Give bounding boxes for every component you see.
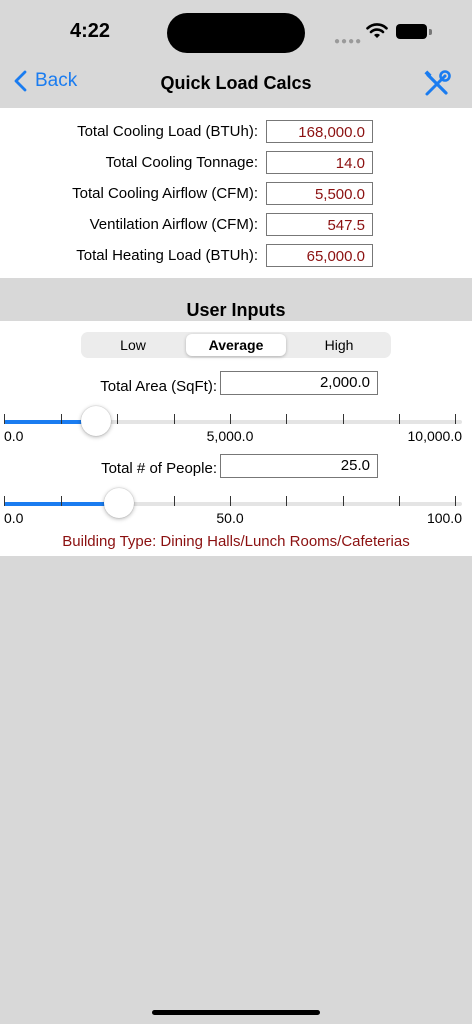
area-min-label: 0.0 [4, 428, 24, 444]
total-area-field[interactable]: 2,000.0 [220, 371, 378, 395]
slider-tick [230, 496, 231, 506]
result-row-cooling-load: Total Cooling Load (BTUh): 168,000.0 [0, 120, 472, 146]
cooling-load-value: 168,000.0 [266, 120, 373, 143]
people-mid-label: 50.0 [216, 510, 244, 526]
slider-tick [399, 496, 400, 506]
heating-load-label: Total Heating Load (BTUh): [76, 247, 258, 264]
dynamic-island [167, 13, 305, 53]
user-inputs-header: User Inputs [0, 279, 472, 321]
total-people-label: Total # of People: [101, 460, 217, 477]
slider-tick [230, 414, 231, 424]
slider-tick [455, 496, 456, 506]
wrench-screwdriver-icon [424, 70, 451, 96]
cellular-signal-icon: ●●●● [334, 36, 363, 47]
heating-load-value: 65,000.0 [266, 244, 373, 267]
cooling-airflow-label: Total Cooling Airflow (CFM): [72, 185, 258, 202]
slider-tick [399, 414, 400, 424]
results-panel: Total Cooling Load (BTUh): 168,000.0 Tot… [0, 108, 472, 278]
cooling-load-label: Total Cooling Load (BTUh): [77, 123, 258, 140]
segment-low[interactable]: Low [83, 334, 183, 356]
slider-tick [61, 496, 62, 506]
segment-high[interactable]: High [289, 334, 389, 356]
battery-cap-icon [429, 29, 432, 35]
area-mid-label: 5,000.0 [206, 428, 254, 444]
result-row-ventilation-airflow: Ventilation Airflow (CFM): 547.5 [0, 213, 472, 239]
total-people-slider[interactable]: 0.0 50.0 100.0 [4, 486, 462, 526]
status-time: 4:22 [69, 20, 111, 42]
navigation-bar: Back Quick Load Calcs [0, 62, 472, 108]
segment-average[interactable]: Average [186, 334, 286, 356]
slider-tick [286, 414, 287, 424]
page-title: Quick Load Calcs [160, 73, 312, 93]
ventilation-airflow-value: 547.5 [266, 213, 373, 236]
people-max-label: 100.0 [426, 510, 462, 526]
slider-tick [117, 414, 118, 424]
result-row-cooling-tonnage: Total Cooling Tonnage: 14.0 [0, 151, 472, 177]
user-inputs-panel: Low Average High Total Area (SqFt): 2,00… [0, 321, 472, 556]
settings-button[interactable] [423, 70, 451, 103]
slider-tick [343, 414, 344, 424]
result-row-heating-load: Total Heating Load (BTUh): 65,000.0 [0, 244, 472, 270]
slider-tick [4, 496, 5, 506]
ventilation-airflow-label: Ventilation Airflow (CFM): [89, 216, 258, 233]
load-level-segmented-control: Low Average High [81, 332, 391, 358]
slider-tick [174, 414, 175, 424]
result-row-cooling-airflow: Total Cooling Airflow (CFM): 5,500.0 [0, 182, 472, 208]
total-people-field[interactable]: 25.0 [220, 454, 378, 478]
user-inputs-title: User Inputs [186, 300, 286, 320]
total-area-label: Total Area (SqFt): [100, 378, 217, 395]
area-max-label: 10,000.0 [407, 428, 463, 444]
slider-tick [455, 414, 456, 424]
battery-icon [396, 24, 427, 39]
home-indicator[interactable] [152, 1010, 320, 1015]
building-type-label: Building Type: Dining Halls/Lunch Rooms/… [62, 533, 410, 550]
cooling-tonnage-value: 14.0 [266, 151, 373, 174]
cooling-airflow-value: 5,500.0 [266, 182, 373, 205]
status-bar: 4:22 ●●●● [0, 0, 472, 62]
wifi-icon [366, 23, 388, 38]
slider-tick [286, 496, 287, 506]
slider-tick [4, 414, 5, 424]
cooling-tonnage-label: Total Cooling Tonnage: [105, 154, 258, 171]
slider-tick [343, 496, 344, 506]
total-area-slider[interactable]: 0.0 5,000.0 10,000.0 [4, 404, 462, 444]
slider-tick [174, 496, 175, 506]
slider-thumb[interactable] [103, 488, 134, 518]
slider-tick [61, 414, 62, 424]
people-min-label: 0.0 [4, 510, 24, 526]
slider-thumb[interactable] [80, 406, 111, 436]
